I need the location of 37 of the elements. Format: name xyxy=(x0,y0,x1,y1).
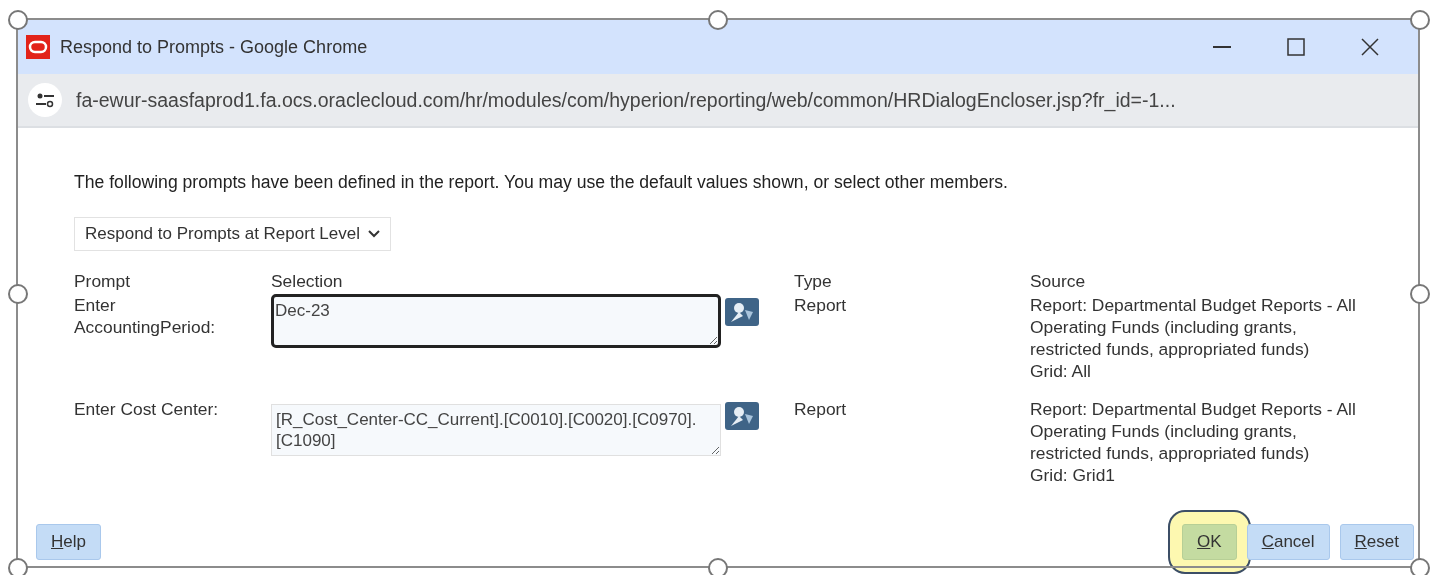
resize-handle[interactable] xyxy=(1410,284,1430,304)
prompt-label: Enter AccountingPeriod: xyxy=(74,294,217,339)
resize-handle[interactable] xyxy=(708,10,728,30)
grid-text: Grid: All xyxy=(1030,360,1092,382)
source-text: Report: Departmental Budget Reports - All Operating Funds (including grants, restricted funds, appropriated funds) xyxy=(1030,398,1357,464)
site-settings-icon[interactable] xyxy=(28,83,62,117)
resize-handle[interactable] xyxy=(1410,558,1430,575)
url-text: fa-ewur-saasfaprod1.fa.ocs.oraclecloud.com/hr/modules/com/hyperion/reporting/web/common/HRDialogEncloser.jsp?fr_id=-1... xyxy=(76,88,1176,112)
dialog-button[interactable]: Cancel xyxy=(1246,524,1330,560)
column-header: Type xyxy=(794,271,833,293)
selection-field[interactable]: [R_Cost_Center-CC_Current].[C0010].[C0020].[C0970].[C1090] xyxy=(271,404,721,456)
member-picker-icon[interactable] xyxy=(725,402,759,430)
dropdown-value: Respond to Prompts at Report Level xyxy=(85,224,360,244)
dialog-button[interactable]: Reset xyxy=(1339,524,1414,560)
column-header: Selection xyxy=(271,271,344,293)
source-text: Report: Departmental Budget Reports - All Operating Funds (including grants, restricted funds, appropriated funds) xyxy=(1030,294,1357,360)
type-text: Report xyxy=(794,294,848,317)
type-text: Report xyxy=(794,398,848,421)
window-title: Respond to Prompts - Google Chrome xyxy=(60,36,369,58)
prompt-level-dropdown[interactable]: Respond to Prompts at Report Level xyxy=(74,217,391,251)
selection-field[interactable]: Dec-23 xyxy=(271,294,721,348)
chevron-down-icon xyxy=(368,230,380,238)
intro-text: The following prompts have been defined in the report. You may use the default values shown, or select other members. xyxy=(74,172,1009,193)
grid-text: Grid: Grid1 xyxy=(1030,464,1117,486)
prompt-label: Enter Cost Center: xyxy=(74,398,220,421)
close-icon xyxy=(1361,38,1379,56)
member-picker-icon[interactable] xyxy=(725,298,759,326)
resize-handle[interactable] xyxy=(8,284,28,304)
minimize-icon xyxy=(1213,46,1231,48)
maximize-icon xyxy=(1287,38,1305,56)
resize-handle[interactable] xyxy=(8,10,28,30)
app-logo-icon xyxy=(26,35,50,59)
dialog-button[interactable]: Help xyxy=(36,524,101,560)
resize-handle[interactable] xyxy=(8,558,28,575)
column-header: Prompt xyxy=(74,271,132,293)
resize-handle[interactable] xyxy=(1410,10,1430,30)
column-header: Source xyxy=(1030,271,1087,293)
